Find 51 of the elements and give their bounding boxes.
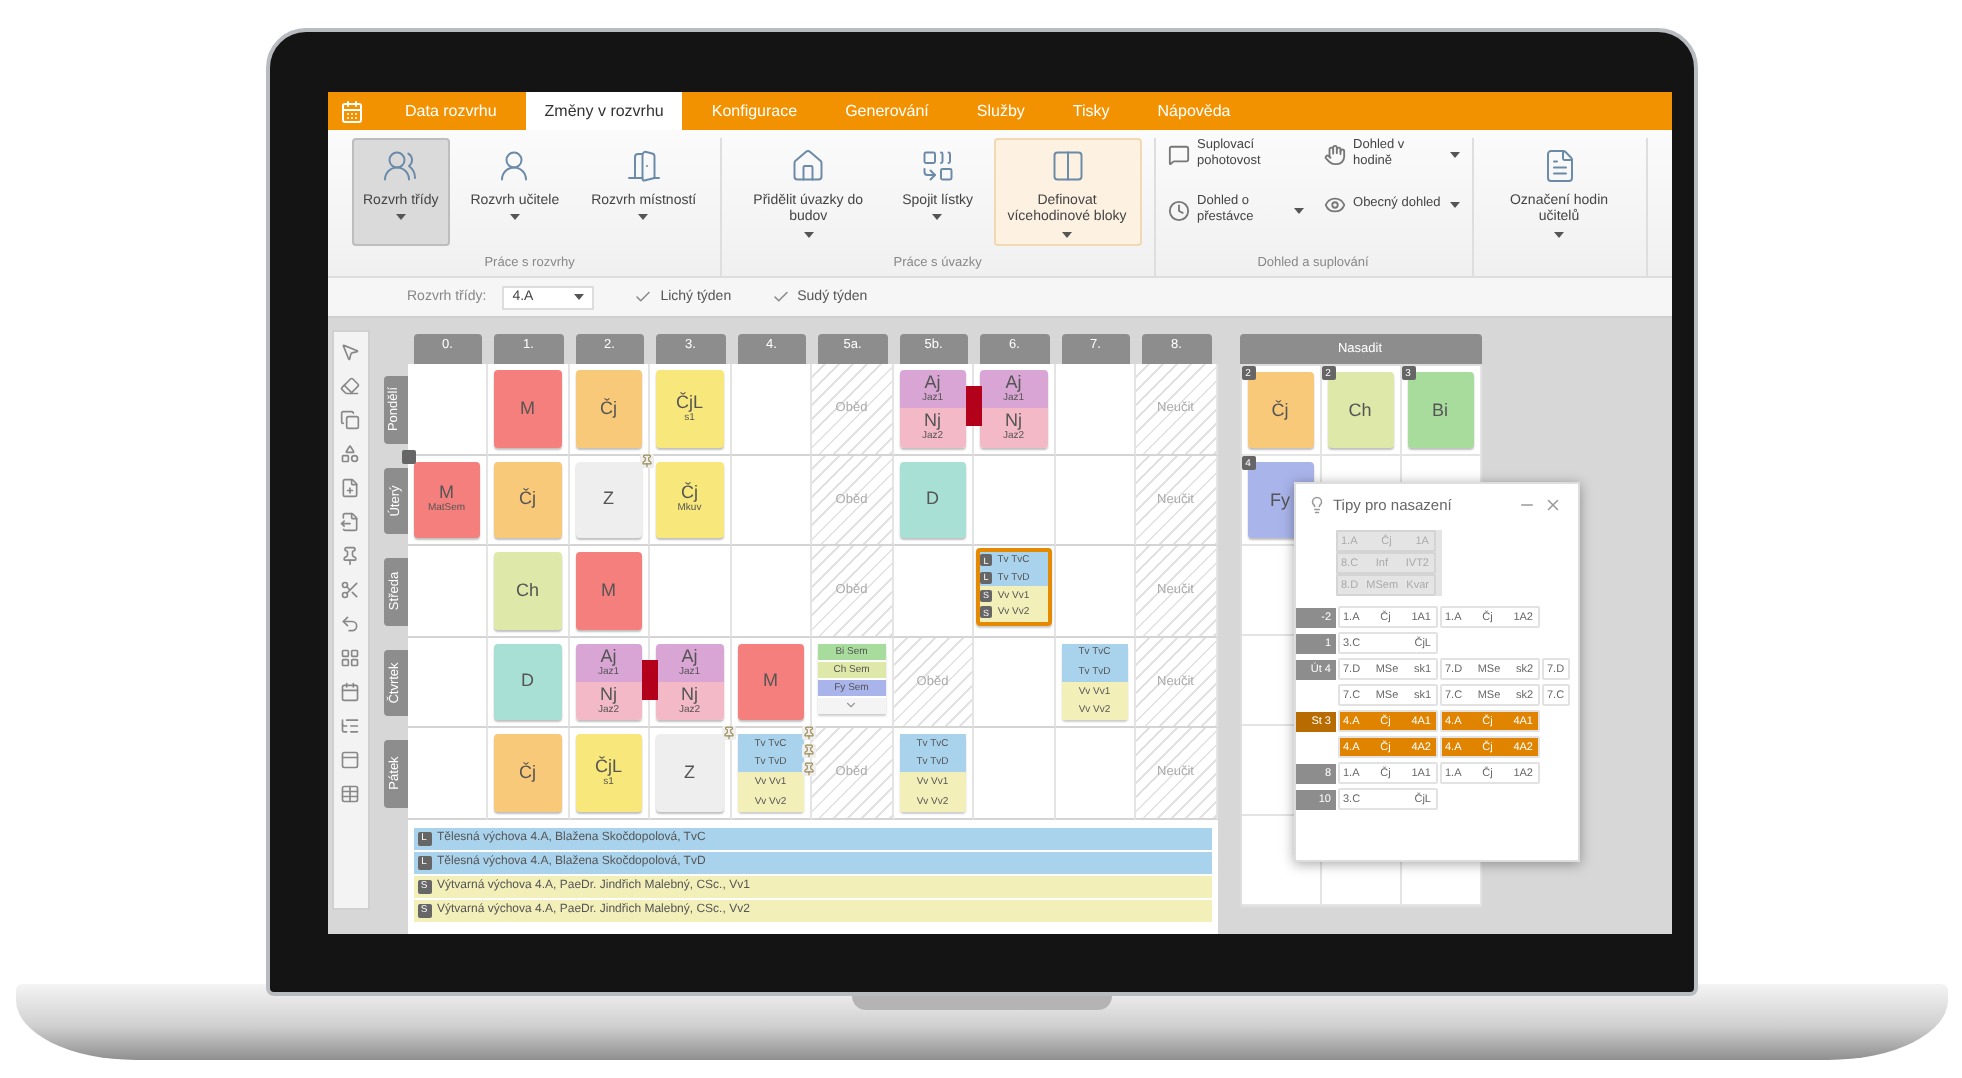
panel-icon[interactable] xyxy=(340,750,360,770)
caret-icon xyxy=(574,294,585,300)
file-export-icon[interactable] xyxy=(340,512,360,532)
timetable-cell[interactable] xyxy=(893,546,974,637)
timetable-cell[interactable] xyxy=(974,728,1055,819)
file-plus-icon[interactable] xyxy=(340,478,360,498)
table-icon[interactable] xyxy=(340,784,360,804)
timetable-cell[interactable] xyxy=(1055,364,1136,455)
menu-tab[interactable]: Změny v rozvrhu xyxy=(526,92,682,130)
timetable-cell[interactable] xyxy=(1055,455,1136,546)
hand-icon xyxy=(1323,143,1346,166)
copy-icon[interactable] xyxy=(340,410,360,430)
lesson-card[interactable]: Čj xyxy=(1247,372,1313,448)
timetable-cell[interactable] xyxy=(731,364,812,455)
timetable-cell[interactable] xyxy=(407,728,488,819)
timetable-cell[interactable] xyxy=(731,546,812,637)
close-icon[interactable] xyxy=(1543,495,1561,513)
clock-icon xyxy=(1167,199,1190,222)
timetable-cell[interactable] xyxy=(407,546,488,637)
timetable-cell[interactable] xyxy=(974,455,1055,546)
merge-icon xyxy=(919,148,956,184)
chevron-icon xyxy=(844,698,859,712)
timetable-cell[interactable] xyxy=(1055,546,1136,637)
users-icon xyxy=(382,148,419,184)
user-icon xyxy=(496,148,533,184)
lightbulb-icon xyxy=(1307,495,1325,513)
columns-icon xyxy=(1049,148,1086,184)
door-icon xyxy=(625,148,662,184)
timetable-cell[interactable] xyxy=(974,637,1055,728)
shapes-icon[interactable] xyxy=(340,444,360,464)
eraser-icon[interactable] xyxy=(340,376,360,396)
timetable-cell[interactable] xyxy=(407,364,488,455)
timetable-cell[interactable] xyxy=(731,455,812,546)
speech-bubble-icon xyxy=(1167,143,1190,166)
house-icon xyxy=(790,148,827,184)
logo-icon xyxy=(339,99,363,123)
undo-icon[interactable] xyxy=(340,614,360,634)
expand-toggle[interactable] xyxy=(818,697,885,713)
scissors-icon[interactable] xyxy=(340,580,360,600)
document-icon xyxy=(1541,148,1578,184)
pointer-icon[interactable] xyxy=(340,342,360,362)
calendar-icon[interactable] xyxy=(340,682,360,702)
grid-icon[interactable] xyxy=(340,648,360,668)
timetable-cell[interactable] xyxy=(407,637,488,728)
lesson-card[interactable]: Ch xyxy=(1327,372,1393,448)
pin-icon[interactable] xyxy=(340,546,360,566)
eye-icon xyxy=(1323,194,1346,216)
lesson-card[interactable]: Bi xyxy=(1407,372,1473,448)
tree-list-icon[interactable] xyxy=(340,716,360,736)
timetable-cell[interactable] xyxy=(650,546,731,637)
timetable-cell[interactable] xyxy=(1055,728,1136,819)
